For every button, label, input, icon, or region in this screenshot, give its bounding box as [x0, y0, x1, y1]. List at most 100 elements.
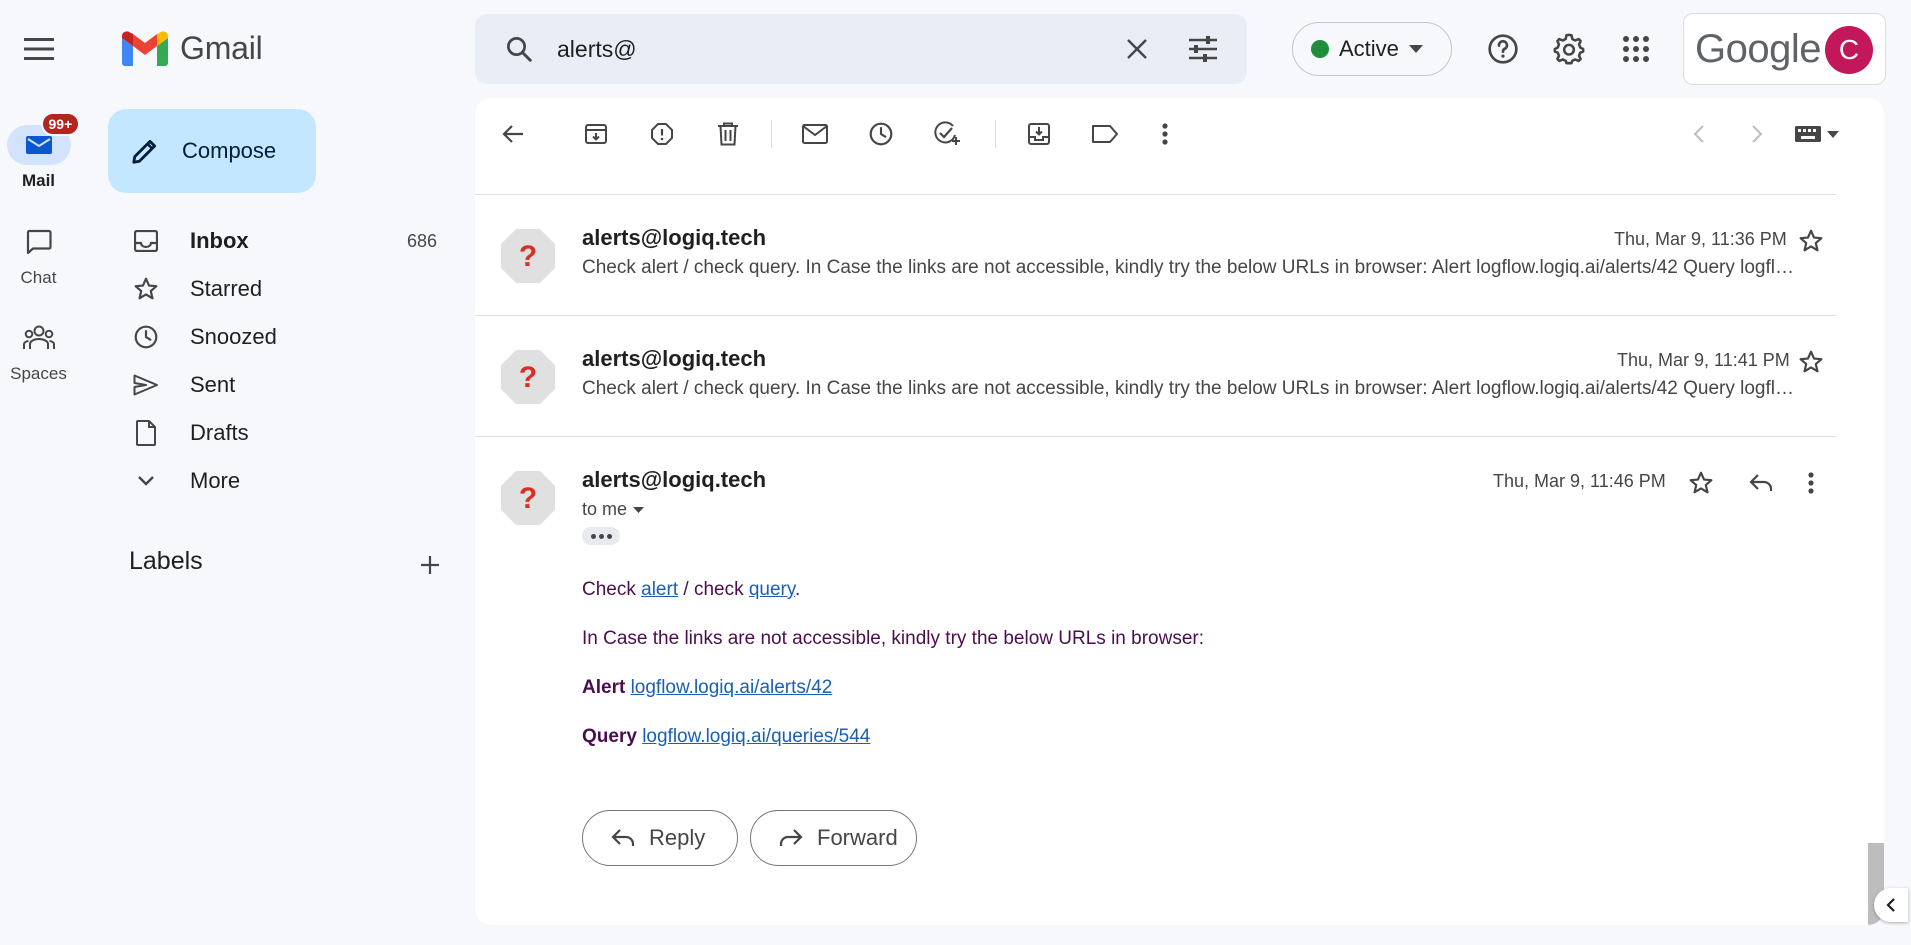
rail-mail-pill[interactable]: 99+ — [6, 112, 81, 165]
send-icon — [132, 371, 160, 399]
nav-item-snoozed[interactable]: Snoozed — [108, 315, 453, 359]
snooze-button[interactable] — [859, 112, 903, 156]
mail-icon — [25, 136, 52, 154]
query-url-link[interactable]: logflow.logiq.ai/queries/544 — [642, 726, 870, 747]
side-panel-toggle[interactable] — [1874, 888, 1908, 922]
arrow-back-icon — [502, 125, 523, 143]
alert-link[interactable]: alert — [641, 579, 678, 600]
star-button[interactable] — [1683, 465, 1719, 501]
query-link[interactable]: query — [749, 579, 795, 600]
search-icon[interactable] — [499, 29, 539, 69]
status-label: Active — [1339, 36, 1399, 61]
add-task-icon — [934, 121, 960, 145]
star-button[interactable] — [1793, 223, 1829, 259]
move-to-button[interactable] — [1017, 112, 1061, 156]
nav-item-starred[interactable]: Starred — [108, 267, 453, 311]
ellipsis-dot — [598, 533, 604, 539]
recipients-toggle[interactable]: to me — [582, 499, 645, 520]
svg-text:?: ? — [519, 240, 537, 273]
alert-url-link[interactable]: logflow.logiq.ai/alerts/42 — [631, 677, 833, 698]
nav-item-sent[interactable]: Sent — [108, 363, 453, 407]
nav-item-drafts[interactable]: Drafts — [108, 411, 453, 455]
body-line-1: Check alert / check query. — [582, 579, 800, 601]
archive-button[interactable] — [574, 112, 618, 156]
star-icon — [1689, 471, 1713, 494]
settings-button[interactable] — [1545, 25, 1593, 73]
forward-icon — [779, 829, 803, 846]
mark-unread-button[interactable] — [793, 112, 837, 156]
body-text: Check — [582, 579, 642, 600]
main-menu-button[interactable] — [15, 25, 63, 73]
collapsed-message[interactable]: ? alerts@logiq.tech Thu, Mar 9, 11:41 PM… — [475, 316, 1836, 437]
rail-chat[interactable]: Chat — [0, 222, 77, 288]
open-message: ? alerts@logiq.tech Thu, Mar 9, 11:46 PM… — [475, 437, 1836, 925]
input-tools-button[interactable] — [1777, 112, 1857, 156]
older-button[interactable] — [1735, 112, 1779, 156]
report-icon — [651, 123, 673, 145]
caret-down-icon — [1827, 130, 1839, 138]
chevron-right-icon — [1752, 125, 1763, 143]
status-selector[interactable]: Active — [1292, 22, 1452, 76]
pencil-icon — [132, 140, 156, 164]
nav-item-more[interactable]: More — [108, 459, 453, 503]
star-button[interactable] — [1793, 344, 1829, 380]
trash-icon — [718, 122, 738, 146]
search-options-icon[interactable] — [1183, 29, 1223, 69]
rail-chat-pill[interactable] — [7, 222, 71, 262]
reply-button[interactable]: Reply — [582, 810, 738, 866]
rail-spaces-label: Spaces — [10, 364, 67, 383]
message-panel: ? alerts@logiq.tech Thu, Mar 9, 11:36 PM… — [475, 98, 1884, 925]
message-date: Thu, Mar 9, 11:46 PM — [1493, 471, 1666, 491]
body-text: . — [794, 579, 801, 600]
clear-search-icon[interactable] — [1117, 29, 1157, 69]
svg-text:?: ? — [519, 361, 537, 394]
sender-name: alerts@logiq.tech — [582, 225, 767, 250]
search-bar — [475, 14, 1247, 84]
rail-spaces[interactable]: Spaces — [0, 318, 77, 384]
gmail-logo[interactable]: Gmail — [122, 30, 263, 67]
gmail-wordmark: Gmail — [180, 30, 263, 66]
back-button[interactable] — [491, 112, 535, 156]
message-toolbar — [475, 98, 1884, 170]
body-line-alert: Alert logflow.logiq.ai/alerts/42 — [582, 677, 832, 699]
star-icon — [1799, 350, 1823, 373]
star-icon — [1799, 229, 1823, 252]
report-spam-button[interactable] — [640, 112, 684, 156]
gear-icon — [1553, 33, 1585, 65]
search-input[interactable] — [557, 35, 1117, 63]
unknown-sender-avatar: ? — [501, 229, 555, 283]
create-label-button[interactable] — [412, 547, 448, 583]
rail-mail[interactable]: 99+ Mail — [0, 112, 81, 191]
labels-button[interactable] — [1083, 112, 1127, 156]
google-account-button[interactable]: Google C — [1683, 13, 1886, 85]
nav-item-label: Inbox — [190, 228, 249, 253]
avatar[interactable]: C — [1825, 26, 1873, 74]
move-to-icon — [1028, 123, 1050, 145]
nav-item-label: Drafts — [190, 420, 249, 445]
rail-mail-label: Mail — [21, 171, 56, 190]
compose-label: Compose — [182, 138, 277, 163]
newer-button[interactable] — [1677, 112, 1721, 156]
reply-icon-button[interactable] — [1743, 465, 1779, 501]
reply-label: Reply — [649, 825, 706, 850]
help-icon — [1488, 34, 1518, 64]
help-button[interactable] — [1479, 25, 1527, 73]
chevron-left-icon — [1693, 125, 1704, 143]
message-more-button[interactable] — [1793, 465, 1829, 501]
svg-text:?: ? — [519, 482, 537, 515]
add-to-tasks-button[interactable] — [925, 112, 969, 156]
more-options-button[interactable] — [1143, 112, 1187, 156]
forward-button[interactable]: Forward — [750, 810, 917, 866]
delete-button[interactable] — [706, 112, 750, 156]
show-trimmed-content-button[interactable] — [582, 527, 620, 545]
nav-item-inbox[interactable]: Inbox 686 — [108, 219, 453, 263]
clock-icon — [132, 323, 160, 351]
spaces-icon — [22, 325, 55, 349]
rail-spaces-pill[interactable] — [7, 318, 71, 358]
collapsed-message[interactable]: ? alerts@logiq.tech Thu, Mar 9, 11:36 PM… — [475, 195, 1836, 316]
nav-item-label: Sent — [190, 372, 236, 397]
mail-outline-icon — [802, 124, 828, 144]
hamburger-icon — [24, 38, 54, 60]
apps-button[interactable] — [1612, 25, 1660, 73]
compose-button[interactable]: Compose — [108, 109, 316, 193]
